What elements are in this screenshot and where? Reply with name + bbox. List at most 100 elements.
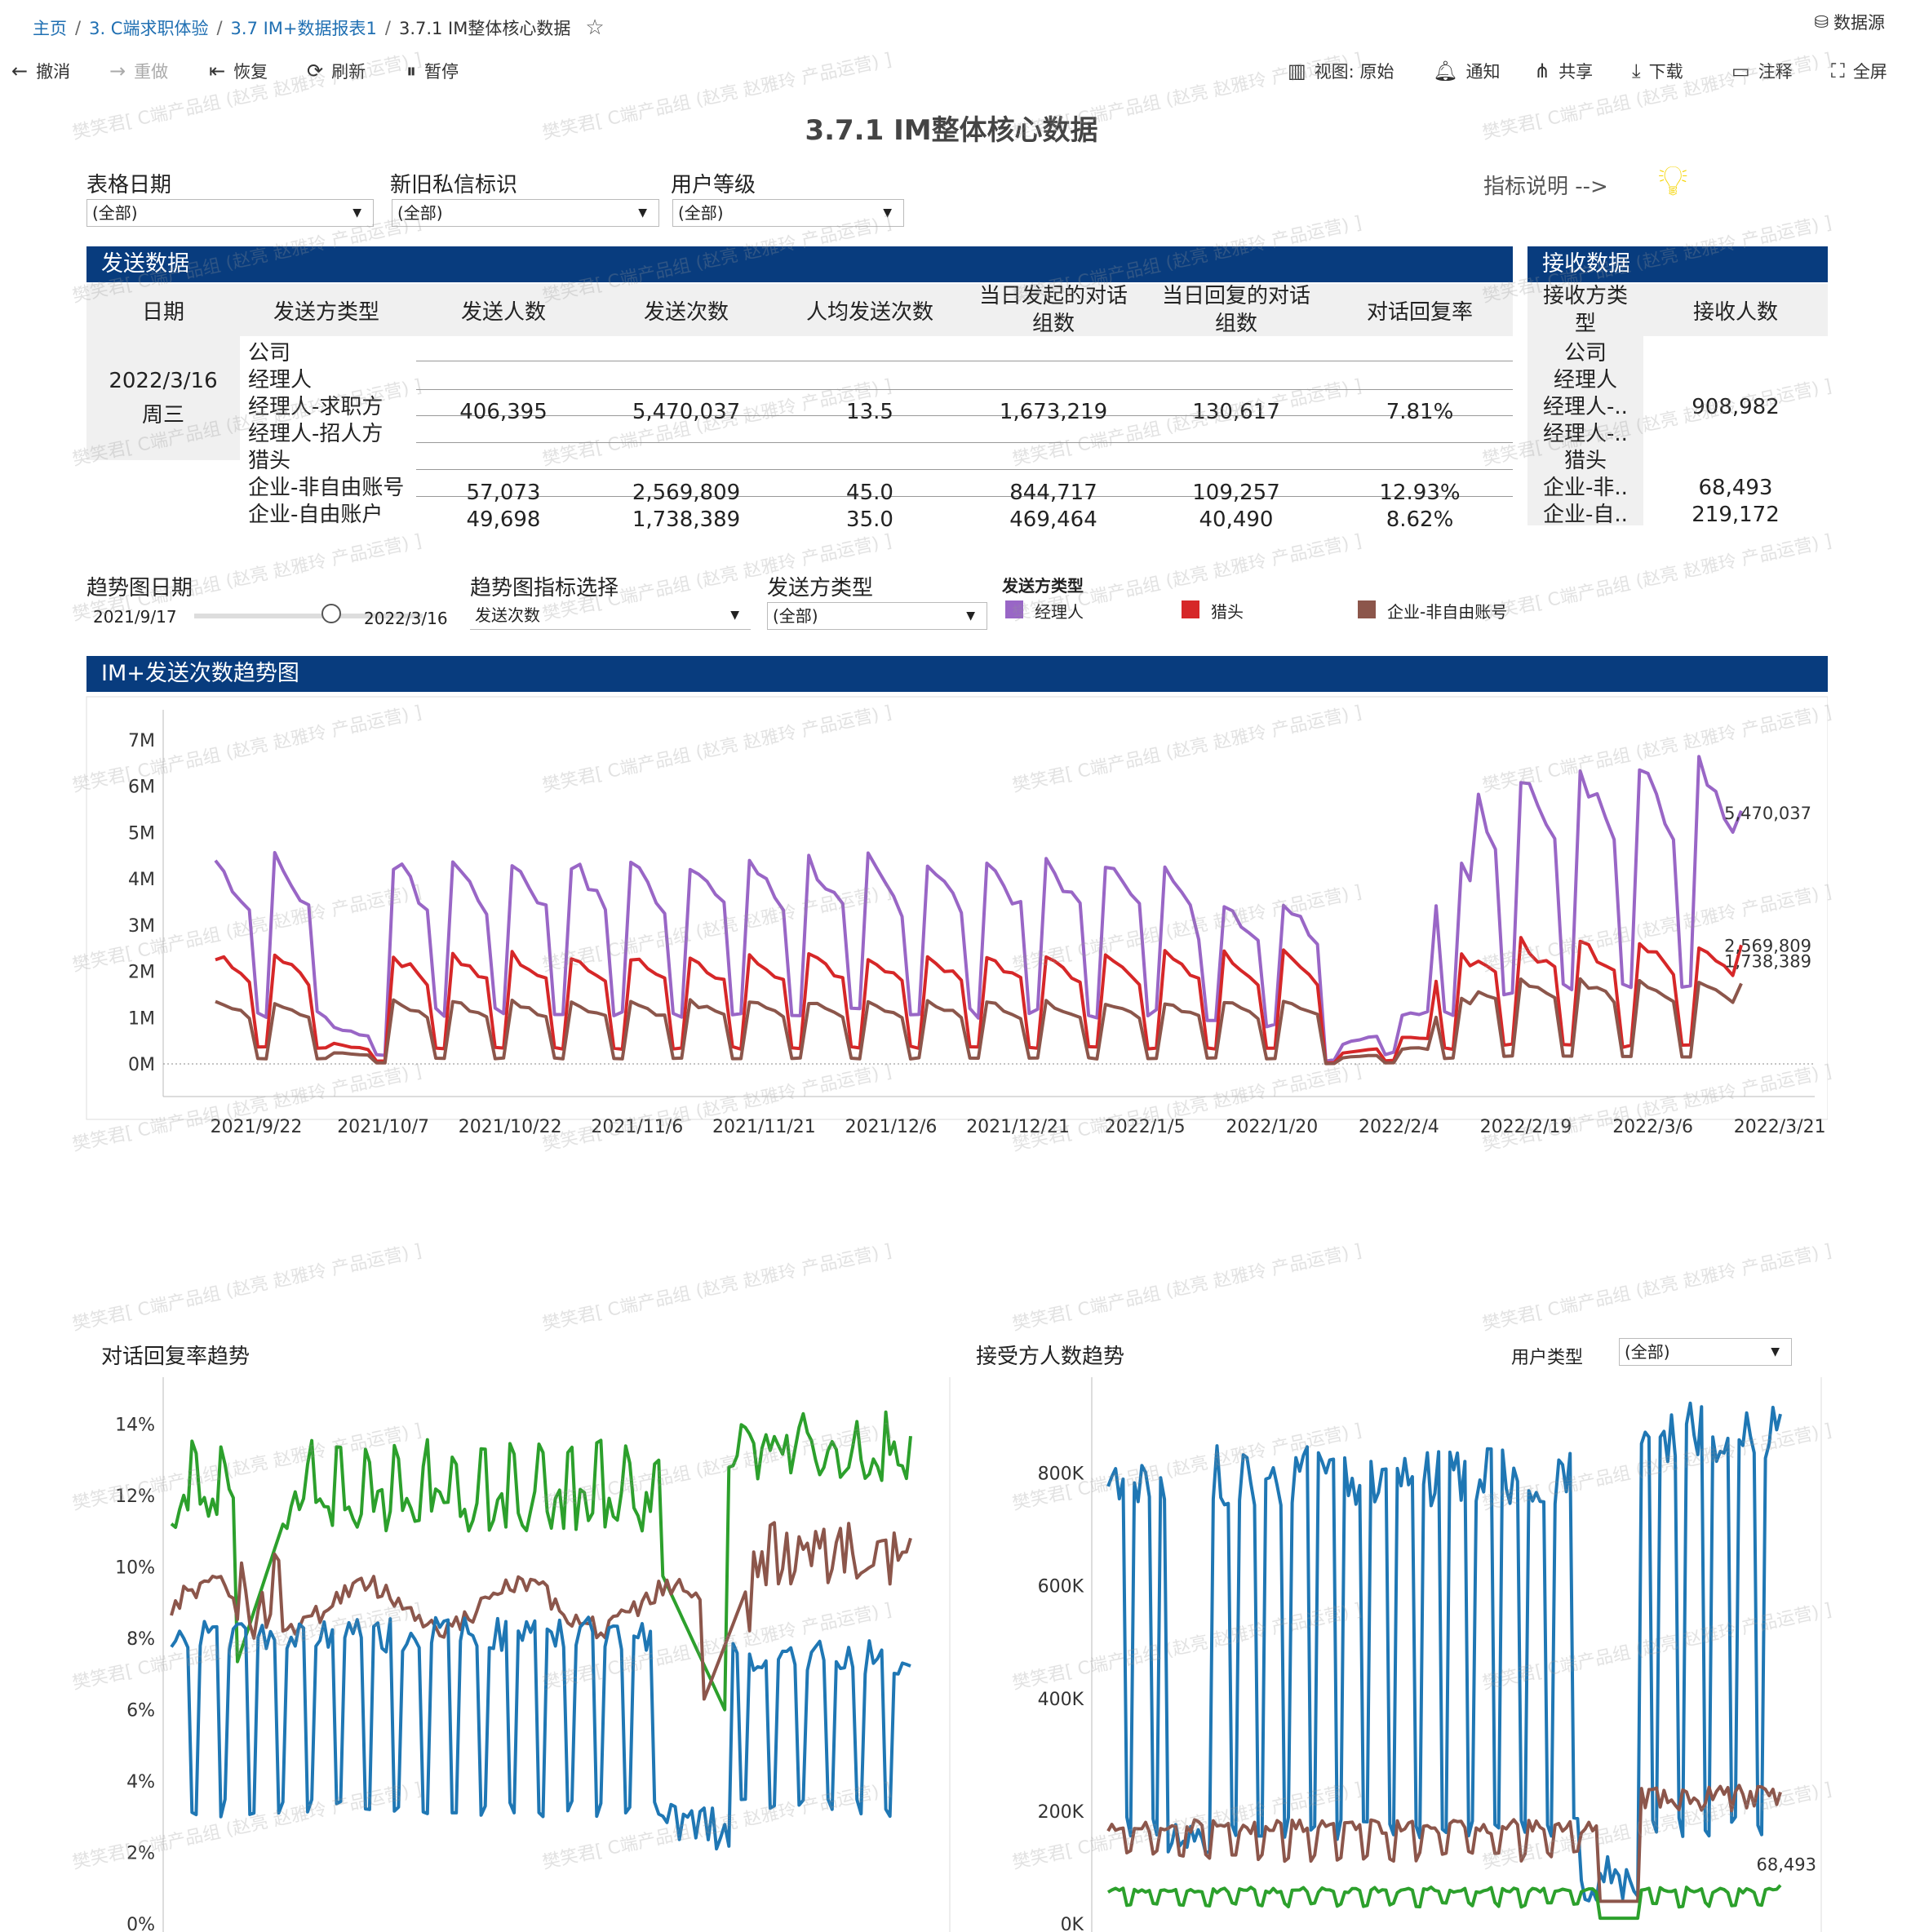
recv-type-label: 企业-自..: [1543, 503, 1628, 527]
recv-type-label: 公司: [1563, 341, 1607, 366]
value-senders-enterprise: 49,698: [466, 507, 541, 532]
recv-type-label: 猎头: [1563, 449, 1607, 473]
level-filter-label: 用户等级: [671, 173, 756, 197]
x-tick-label: 2022/3/6: [1612, 1117, 1693, 1137]
breadcrumb-workbook[interactable]: 3.7 IM+数据报表1: [231, 16, 377, 40]
col-header-recv-type: 接收方类型: [1527, 284, 1643, 336]
y-tick-label: 4%: [126, 1772, 155, 1792]
download-button[interactable]: ⤓ 下载: [1632, 57, 1683, 85]
x-tick-label: 2022/1/20: [1226, 1117, 1318, 1137]
favorite-star-icon[interactable]: ☆: [585, 16, 604, 40]
dashboard-title: 3.7.1 IM整体核心数据: [805, 114, 1098, 147]
trend-date-slider-handle[interactable]: [321, 604, 341, 623]
lightbulb-icon[interactable]: 💡︎: [1658, 157, 1687, 206]
revert-button[interactable]: ⇤ 恢复: [209, 57, 268, 85]
refresh-icon: ⟳: [307, 60, 324, 82]
comment-button[interactable]: ▭ 注释: [1731, 57, 1793, 85]
row-divider: [416, 389, 1513, 390]
metric-note-link[interactable]: 指标说明 -->: [1483, 170, 1608, 200]
x-tick-label: 2021/10/22: [459, 1117, 562, 1137]
recv-value-enterprise: 219,172: [1692, 503, 1780, 527]
legend-label-manager[interactable]: 经理人: [1035, 599, 1084, 623]
trend-metric-select[interactable]: 发送次数 ▼: [470, 602, 751, 630]
dropdown-arrow-icon: ▼: [966, 609, 975, 623]
datasource-button[interactable]: ⛁ 数据源: [1814, 10, 1885, 34]
trend-sender-select[interactable]: (全部) ▼: [767, 602, 987, 630]
user-type-label: 用户类型: [1511, 1348, 1584, 1368]
x-tick-label: 2021/11/6: [591, 1117, 683, 1137]
redo-label: 重做: [134, 62, 169, 82]
sender-type-label: 经理人: [248, 368, 313, 392]
legend-label-enterprise[interactable]: 企业-非自由账号: [1387, 599, 1507, 623]
trend-metric-label: 趋势图指标选择: [470, 576, 619, 600]
recv-count-chart[interactable]: 0K 200K 400K 600K 800K 68,493: [964, 1372, 1828, 1932]
sender-type-label: 经理人-招人方: [248, 422, 384, 446]
row-divider: [416, 469, 1513, 470]
col-header-replied-dialogs: 当日回复的对话组数: [1146, 284, 1327, 336]
y-tick-label: 600K: [1038, 1577, 1084, 1597]
legend-swatch-enterprise[interactable]: [1358, 600, 1376, 618]
value-rate-enterprise: 8.62%: [1386, 507, 1454, 532]
undo-button[interactable]: ← 撤消: [11, 57, 70, 85]
value-started-enterprise: 469,464: [1009, 507, 1097, 532]
refresh-label: 刷新: [331, 62, 366, 82]
fullscreen-icon: ⛶: [1831, 60, 1845, 82]
date-filter-value: (全部): [92, 203, 138, 223]
y-tick-label: 0M: [128, 1055, 155, 1075]
flag-filter-label: 新旧私信标识: [390, 173, 518, 197]
value-started-manager: 1,673,219: [999, 400, 1108, 424]
legend-label-headhunter[interactable]: 猎头: [1211, 599, 1244, 623]
sender-type-label: 企业-自由账户: [248, 503, 384, 527]
y-tick-label: 400K: [1038, 1690, 1084, 1710]
pause-label: 暂停: [424, 62, 459, 82]
value-sends-manager: 5,470,037: [632, 400, 741, 424]
share-button[interactable]: ⋔ 共享: [1534, 57, 1593, 85]
trend-date-end[interactable]: 2022/3/16: [364, 609, 448, 628]
redo-button[interactable]: → 重做: [109, 57, 168, 85]
breadcrumb-current: 3.7.1 IM整体核心数据: [398, 19, 571, 38]
x-tick-label: 2022/2/4: [1359, 1117, 1439, 1137]
trend-sender-label: 发送方类型: [767, 576, 874, 600]
toolbar: ← 撤消 → 重做 ⇤ 恢复 ⟳ 刷新 ⏸ 暂停 ▥ 视图: 原始 🔔︎ 通知 ⋔ 共享 ⤓ 下载…: [0, 52, 1911, 91]
fullscreen-label: 全屏: [1852, 62, 1887, 82]
x-tick-label: 2021/9/22: [211, 1117, 303, 1137]
value-started-headhunter: 844,717: [1009, 481, 1097, 505]
legend-swatch-manager[interactable]: [1005, 600, 1023, 618]
col-header-sends: 发送次数: [594, 284, 778, 336]
value-sends-enterprise: 1,738,389: [632, 507, 741, 532]
datasource-label: 数据源: [1833, 13, 1885, 33]
user-type-select[interactable]: (全部) ▼: [1619, 1338, 1792, 1366]
view-button[interactable]: ▥ 视图: 原始: [1288, 57, 1394, 85]
recv-section-header: 接收数据: [1527, 246, 1828, 282]
col-header-started-dialogs: 当日发起的对话组数: [961, 284, 1146, 336]
notify-button[interactable]: 🔔︎ 通知: [1433, 57, 1500, 85]
level-filter-select[interactable]: (全部) ▼: [672, 199, 904, 227]
send-trend-chart[interactable]: 0M 1M 2M 3M 4M 5M 6M 7M 2021/9/22 2021/10/7 2021/1…: [75, 693, 1828, 1142]
recv-section-title: 接收数据: [1542, 251, 1630, 277]
notify-label: 通知: [1465, 62, 1501, 82]
database-icon: ⛁: [1814, 12, 1829, 32]
reply-rate-chart[interactable]: 0% 2% 4% 6% 8% 10% 12% 14%: [75, 1372, 956, 1932]
fullscreen-button[interactable]: ⛶ 全屏: [1831, 57, 1887, 85]
value-senders-manager: 406,395: [459, 400, 548, 424]
sender-type-label: 公司: [248, 341, 291, 366]
y-tick-label: 10%: [115, 1558, 155, 1579]
value-avg-headhunter: 45.0: [846, 481, 893, 505]
y-tick-label: 14%: [115, 1416, 155, 1436]
breadcrumb-home[interactable]: 主页: [33, 16, 67, 40]
table-weekday: 周三: [141, 403, 184, 428]
pause-button[interactable]: ⏸ 暂停: [406, 57, 459, 85]
refresh-button[interactable]: ⟳ 刷新: [307, 57, 366, 85]
breadcrumb-project[interactable]: 3. C端求职体验: [89, 16, 208, 40]
date-filter-select[interactable]: (全部) ▼: [86, 199, 374, 227]
dashboard: 3.7.1 IM整体核心数据 表格日期 (全部) ▼ 新旧私信标识 (全部) ▼ 用…: [75, 91, 1828, 1932]
recv-type-label: 经理人-..: [1543, 395, 1628, 419]
y-tick-label: 800K: [1038, 1465, 1084, 1485]
trend-date-start[interactable]: 2021/9/17: [93, 607, 177, 627]
share-icon: ⋔: [1534, 60, 1551, 82]
col-header-recv-count: 接收人数: [1643, 284, 1828, 336]
recv-count-chart-title: 接受方人数趋势: [976, 1345, 1125, 1369]
legend-swatch-headhunter[interactable]: [1182, 600, 1199, 618]
flag-filter-select[interactable]: (全部) ▼: [392, 199, 659, 227]
x-tick-label: 2022/3/21: [1734, 1117, 1826, 1137]
